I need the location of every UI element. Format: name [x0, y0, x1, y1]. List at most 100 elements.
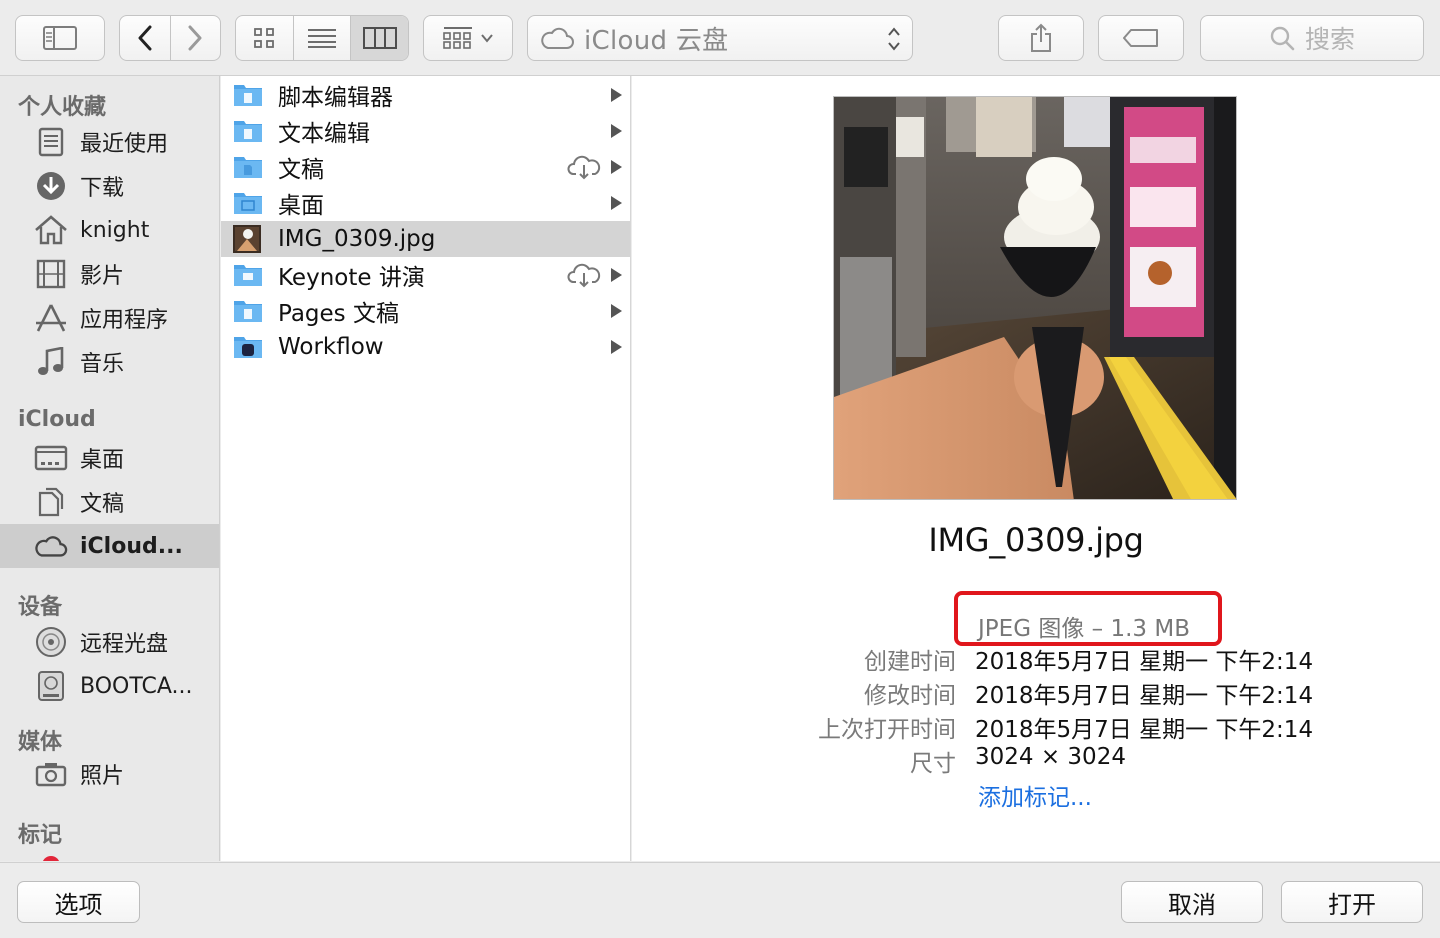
meta-key: 上次打开时间: [818, 717, 956, 743]
disclosure-arrow-icon: [611, 196, 622, 210]
section-title-icloud: iCloud: [18, 407, 96, 432]
options-button[interactable]: 选项: [17, 881, 140, 923]
sidebar-item-icloud-drive[interactable]: iCloud...: [0, 524, 219, 568]
documents-icon: [34, 486, 68, 518]
sidebar-item-label: BOOTCA...: [80, 673, 193, 699]
list-item-pages[interactable]: Pages 文稿: [221, 293, 630, 329]
sidebar-item-label: 照片: [80, 764, 125, 789]
file-name: Workflow: [278, 334, 384, 360]
downloads-icon: [34, 170, 68, 202]
folder-icon: [233, 261, 263, 289]
sidebar-item-photos[interactable]: 照片: [0, 752, 219, 796]
file-name: 脚本编辑器: [278, 85, 393, 111]
list-item-desktop[interactable]: 桌面: [221, 185, 630, 221]
sidebar-item-home[interactable]: knight: [0, 208, 219, 252]
tag-icon: [1123, 29, 1158, 47]
meta-modified: 修改时间 2018年5月7日 星期一 下午2:14: [632, 676, 1440, 709]
folder-icon: [233, 81, 263, 109]
cloud-download-icon: [567, 263, 601, 288]
add-tags-link[interactable]: 添加标记...: [978, 778, 1092, 812]
home-icon: [34, 214, 68, 246]
list-item-img-0309[interactable]: IMG_0309.jpg: [221, 221, 630, 257]
meta-key: 尺寸: [910, 751, 956, 777]
section-title-favorites: 个人收藏: [18, 95, 107, 120]
location-popup[interactable]: iCloud 云盘: [527, 15, 913, 61]
disclosure-arrow-icon: [611, 88, 622, 102]
icon-view-button[interactable]: [236, 16, 294, 60]
music-icon: [34, 346, 68, 378]
applications-icon: [34, 302, 68, 334]
cloud-icon: [541, 27, 574, 49]
bottom-bar: 选项 取消 打开: [0, 862, 1440, 938]
sidebar-item-movies[interactable]: 影片: [0, 252, 219, 296]
updown-chevron-icon: [888, 27, 900, 51]
camera-icon: [34, 758, 68, 790]
share-button[interactable]: [998, 15, 1084, 61]
sidebar-item-documents[interactable]: 文稿: [0, 480, 219, 524]
sidebar-item-desktop[interactable]: 桌面: [0, 436, 219, 480]
list-view-button[interactable]: [294, 16, 352, 60]
meta-last-opened: 上次打开时间 2018年5月7日 星期一 下午2:14: [632, 710, 1440, 743]
sidebar-item-label: 音乐: [80, 352, 125, 377]
sidebar-item-remote-disc[interactable]: 远程光盘: [0, 620, 219, 664]
grid-icon: [254, 28, 275, 48]
column-view-button[interactable]: [351, 16, 408, 60]
sidebar-item-music[interactable]: 音乐: [0, 340, 219, 384]
sidebar-item-label: knight: [80, 217, 150, 243]
list-item-documents[interactable]: 文稿: [221, 149, 630, 185]
file-name: 文稿: [278, 157, 324, 183]
meta-value: 2018年5月7日 星期一 下午2:14: [975, 683, 1314, 709]
cancel-button[interactable]: 取消: [1121, 881, 1263, 923]
sidebar-item-label: 影片: [80, 264, 125, 289]
folder-icon: [233, 333, 263, 361]
columns-icon: [362, 27, 397, 49]
icloud-icon: [34, 530, 68, 562]
tag-button[interactable]: [1098, 15, 1184, 61]
sidebar-item-downloads[interactable]: 下载: [0, 164, 219, 208]
meta-key: 修改时间: [864, 683, 956, 709]
meta-created: 创建时间 2018年5月7日 星期一 下午2:14: [632, 642, 1440, 675]
preview-filename: IMG_0309.jpg: [928, 521, 1144, 559]
back-button[interactable]: [120, 16, 171, 60]
list-icon: [308, 29, 336, 48]
folder-icon: [233, 117, 263, 145]
view-mode-control: [235, 15, 409, 61]
list-item-keynote[interactable]: Keynote 讲演: [221, 257, 630, 293]
location-label: iCloud 云盘: [584, 25, 729, 56]
open-button[interactable]: 打开: [1281, 881, 1423, 923]
list-item-script-editor[interactable]: 脚本编辑器: [221, 77, 630, 113]
movies-icon: [34, 258, 68, 290]
forward-button[interactable]: [171, 16, 221, 60]
sidebar-toggle-button[interactable]: [15, 15, 105, 61]
meta-dimensions: 尺寸 3024 × 3024: [632, 744, 1440, 777]
share-icon: [1031, 23, 1051, 52]
folder-icon: [233, 189, 263, 217]
sidebar-icon: [43, 26, 77, 50]
chevron-right-icon: [188, 25, 202, 51]
sidebar-item-recents[interactable]: 最近使用: [0, 120, 219, 164]
section-title-tags: 标记: [18, 823, 63, 848]
meta-value: 2018年5月7日 星期一 下午2:14: [975, 717, 1314, 743]
sidebar-item-applications[interactable]: 应用程序: [0, 296, 219, 340]
meta-value: 3024 × 3024: [975, 744, 1126, 770]
sidebar-item-label: 下载: [80, 176, 125, 201]
list-item-textedit[interactable]: 文本编辑: [221, 113, 630, 149]
disk-icon: [34, 670, 68, 702]
disclosure-arrow-icon: [611, 160, 622, 174]
meta-value: 2018年5月7日 星期一 下午2:14: [975, 649, 1314, 675]
preview-pane: IMG_0309.jpg JPEG 图像 – 1.3 MB 创建时间 2018年…: [632, 76, 1440, 861]
list-item-workflow[interactable]: Workflow: [221, 329, 630, 365]
sidebar-item-bootcamp[interactable]: BOOTCA...: [0, 664, 219, 708]
sidebar-item-label: 最近使用: [80, 132, 169, 157]
file-name: 桌面: [278, 193, 324, 219]
disclosure-arrow-icon: [611, 124, 622, 138]
disclosure-arrow-icon: [611, 304, 622, 318]
tag-red-dot[interactable]: [42, 856, 60, 861]
sidebar-item-label: 桌面: [80, 448, 125, 473]
group-grid-icon: [443, 27, 472, 49]
group-by-button[interactable]: [423, 15, 513, 61]
folder-icon: [233, 153, 263, 181]
chevron-down-icon: [481, 34, 493, 43]
search-field[interactable]: 搜索: [1200, 15, 1424, 61]
sidebar-item-label: iCloud...: [80, 533, 183, 559]
